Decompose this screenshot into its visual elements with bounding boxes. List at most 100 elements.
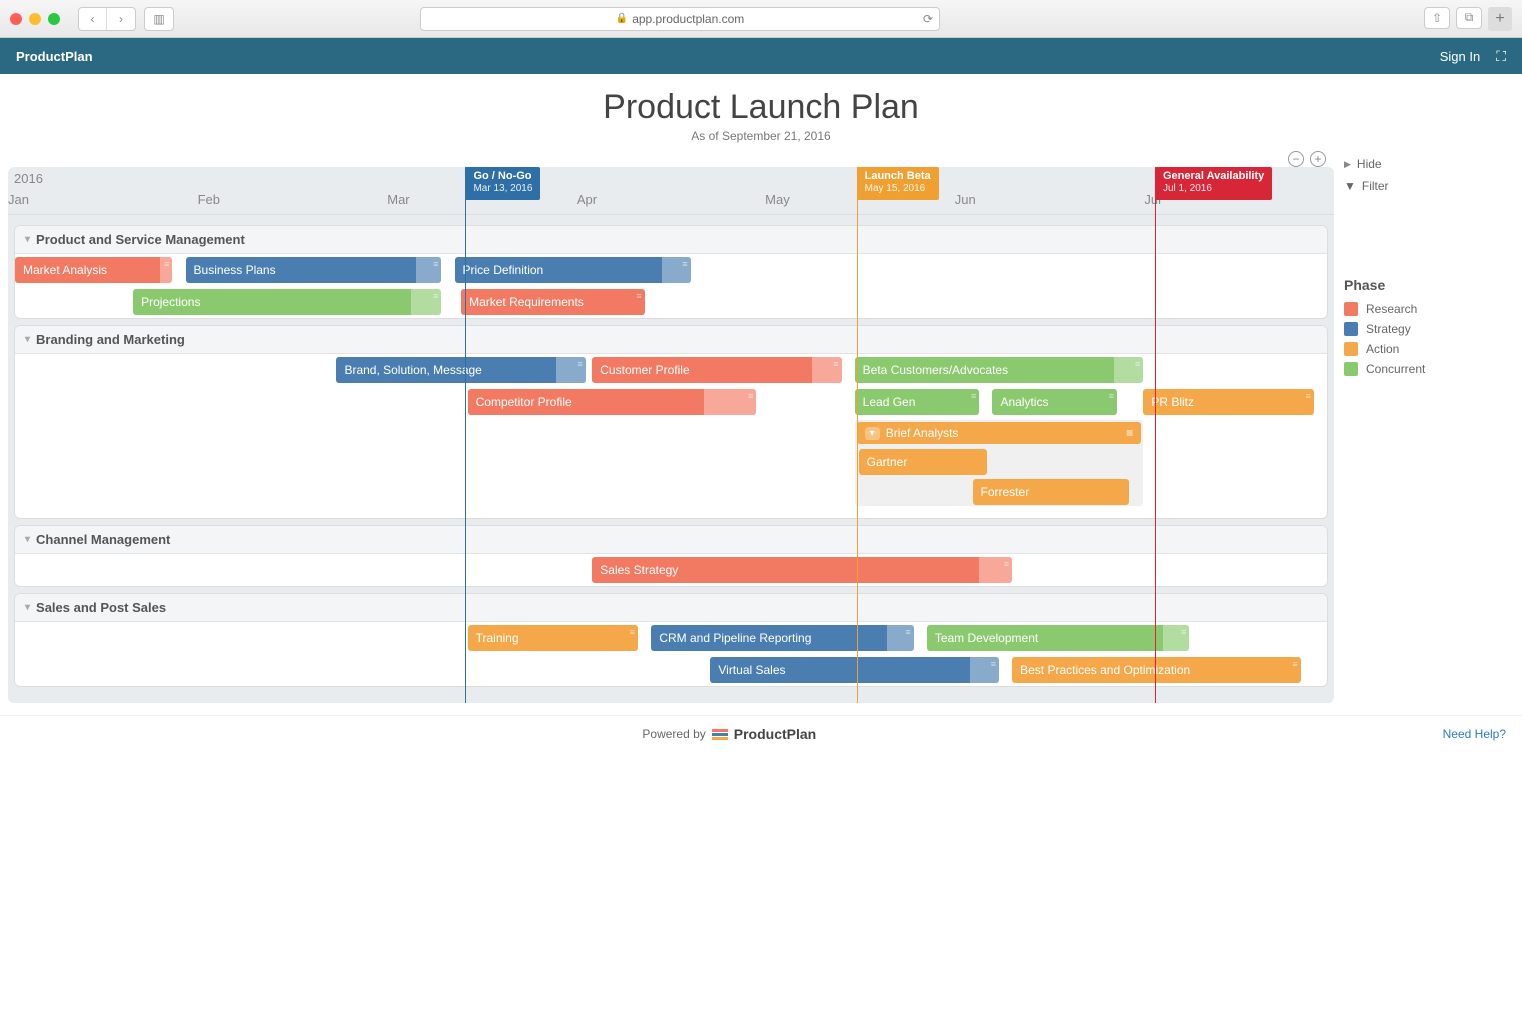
timeline-bar[interactable]: Forrester bbox=[973, 479, 1130, 505]
lane-title: Sales and Post Sales bbox=[36, 600, 166, 615]
legend-item[interactable]: Strategy bbox=[1344, 319, 1504, 339]
lane-row: Sales Strategy≡ bbox=[15, 554, 1327, 586]
timeline-bar[interactable]: Projections≡ bbox=[133, 289, 441, 315]
bar-label: Gartner bbox=[867, 455, 908, 469]
forward-button[interactable]: › bbox=[107, 8, 135, 30]
bar-label: CRM and Pipeline Reporting bbox=[659, 631, 811, 645]
fullscreen-icon[interactable]: ⛶ bbox=[1496, 48, 1506, 65]
timeline: 2016 JanFebMarAprMayJunJul Go / No-GoMar… bbox=[8, 167, 1334, 703]
lane-header[interactable]: ▾Branding and Marketing bbox=[15, 326, 1327, 354]
back-button[interactable]: ‹ bbox=[79, 8, 107, 30]
timeline-bar[interactable]: Price Definition≡ bbox=[455, 257, 691, 283]
timeline-bar[interactable]: Lead Gen≡ bbox=[855, 389, 980, 415]
bar-label: Customer Profile bbox=[600, 363, 689, 377]
bar-label: Competitor Profile bbox=[476, 395, 572, 409]
legend-label: Strategy bbox=[1366, 322, 1411, 336]
timeline-bar[interactable]: PR Blitz≡ bbox=[1143, 389, 1314, 415]
lane-title: Branding and Marketing bbox=[36, 332, 185, 347]
lane: ▾Channel Management Sales Strategy≡ bbox=[14, 525, 1328, 587]
month-label: Apr bbox=[577, 192, 597, 207]
timeline-bar[interactable]: Analytics≡ bbox=[992, 389, 1117, 415]
timeline-bar[interactable]: Business Plans≡ bbox=[186, 257, 442, 283]
lane-row: Projections≡ Market Requirements≡ bbox=[15, 286, 1327, 318]
milestone-flag[interactable]: Launch BetaMay 15, 2016 bbox=[857, 167, 939, 200]
sign-in-link[interactable]: Sign In bbox=[1440, 49, 1480, 64]
bar-label: Projections bbox=[141, 295, 200, 309]
bar-label: Market Analysis bbox=[23, 263, 107, 277]
maximize-window-icon[interactable] bbox=[48, 13, 60, 25]
lane-body: Sales Strategy≡ bbox=[15, 554, 1327, 586]
tabs-button[interactable]: ⧉ bbox=[1456, 7, 1482, 29]
bar-label: Market Requirements bbox=[469, 295, 584, 309]
zoom-in-button[interactable]: + bbox=[1310, 151, 1326, 167]
filter-label: Filter bbox=[1362, 179, 1389, 193]
timeline-bar[interactable]: Market Requirements≡ bbox=[461, 289, 645, 315]
lane-header[interactable]: ▾Channel Management bbox=[15, 526, 1327, 554]
hide-label: Hide bbox=[1357, 157, 1382, 171]
timeline-bar[interactable]: Market Analysis≡ bbox=[15, 257, 172, 283]
timeline-year: 2016 bbox=[14, 171, 43, 186]
lane-body: Market Analysis≡ Business Plans≡ Price Def… bbox=[15, 254, 1327, 318]
new-tab-button[interactable]: + bbox=[1488, 7, 1512, 31]
milestone-name: Go / No-Go bbox=[473, 170, 532, 183]
reload-icon[interactable]: ⟳ bbox=[923, 12, 933, 26]
lane-header[interactable]: ▾Product and Service Management bbox=[15, 226, 1327, 254]
drag-grip-icon: ≡ bbox=[1109, 391, 1113, 401]
lane-body: Brand, Solution, Message≡ Customer Profil… bbox=[15, 354, 1327, 518]
help-link[interactable]: Need Help? bbox=[1443, 727, 1506, 741]
timeline-bar[interactable]: Customer Profile≡ bbox=[592, 357, 841, 383]
bar-label: Lead Gen bbox=[863, 395, 916, 409]
milestone-date: Jul 1, 2016 bbox=[1163, 183, 1264, 195]
filter-icon: ▼ bbox=[1344, 179, 1356, 193]
milestone-line bbox=[465, 167, 466, 703]
drag-grip-icon: ≡ bbox=[630, 627, 634, 637]
timeline-bar[interactable]: Competitor Profile≡ bbox=[468, 389, 757, 415]
hide-toggle[interactable]: ▶ Hide bbox=[1344, 153, 1504, 175]
timeline-bar[interactable]: Best Practices and Optimization≡ bbox=[1012, 657, 1301, 683]
address-bar[interactable]: 🔒 app.productplan.com ⟳ bbox=[420, 7, 940, 31]
lane: ▾Product and Service ManagementMarket An… bbox=[14, 225, 1328, 319]
timeline-bar[interactable]: CRM and Pipeline Reporting≡ bbox=[651, 625, 913, 651]
milestone-line bbox=[1155, 167, 1156, 703]
legend-item[interactable]: Research bbox=[1344, 299, 1504, 319]
filter-toggle[interactable]: ▼ Filter bbox=[1344, 175, 1504, 197]
chevron-down-icon: ▾ bbox=[25, 602, 30, 613]
milestone-flag[interactable]: Go / No-GoMar 13, 2016 bbox=[465, 167, 540, 200]
lane-row: Competitor Profile≡Lead Gen≡Analytics≡PR… bbox=[15, 386, 1327, 418]
share-button[interactable]: ⇧ bbox=[1424, 7, 1450, 29]
legend-title: Phase bbox=[1344, 277, 1504, 293]
timeline-bar[interactable]: Training≡ bbox=[468, 625, 639, 651]
lane: ▾ Sales and Post Sales Training≡ CRM and Pi… bbox=[14, 593, 1328, 687]
timeline-bar[interactable]: Virtual Sales≡ bbox=[710, 657, 999, 683]
timeline-bar[interactable]: Sales Strategy≡ bbox=[592, 557, 1012, 583]
month-label: May bbox=[765, 192, 790, 207]
bar-label: Price Definition bbox=[463, 263, 544, 277]
legend-label: Research bbox=[1366, 302, 1417, 316]
legend-swatch bbox=[1344, 302, 1358, 316]
legend-item[interactable]: Concurrent bbox=[1344, 359, 1504, 379]
close-window-icon[interactable] bbox=[10, 13, 22, 25]
footer-brand: ProductPlan bbox=[734, 726, 816, 742]
legend-label: Action bbox=[1366, 342, 1399, 356]
timeline-bar[interactable]: Brand, Solution, Message≡ bbox=[336, 357, 585, 383]
chevron-down-icon: ▾ bbox=[25, 534, 30, 545]
month-label: Jun bbox=[955, 192, 976, 207]
app-header: ProductPlan Sign In ⛶ bbox=[0, 38, 1522, 74]
milestone-date: Mar 13, 2016 bbox=[473, 183, 532, 195]
minimize-window-icon[interactable] bbox=[29, 13, 41, 25]
month-label: Jan bbox=[8, 192, 29, 207]
zoom-out-button[interactable]: − bbox=[1288, 151, 1304, 167]
milestone-flag[interactable]: General AvailabilityJul 1, 2016 bbox=[1155, 167, 1272, 200]
legend-item[interactable]: Action bbox=[1344, 339, 1504, 359]
sidebar-toggle[interactable]: ▥ bbox=[144, 7, 174, 31]
group-header[interactable]: ▾Brief Analysts≡ bbox=[857, 422, 1142, 444]
timeline-header: 2016 JanFebMarAprMayJunJul Go / No-GoMar… bbox=[8, 167, 1334, 215]
month-label: Feb bbox=[198, 192, 220, 207]
url-text: app.productplan.com bbox=[632, 12, 744, 26]
timeline-bar[interactable]: Gartner bbox=[859, 449, 987, 475]
zoom-controls: − + bbox=[8, 147, 1334, 167]
timeline-bar[interactable]: Team Development≡ bbox=[927, 625, 1189, 651]
lane-row: Brand, Solution, Message≡ Customer Profil… bbox=[15, 354, 1327, 386]
lane-header[interactable]: ▾ Sales and Post Sales bbox=[15, 594, 1327, 622]
timeline-bar[interactable]: Beta Customers/Advocates≡ bbox=[855, 357, 1144, 383]
